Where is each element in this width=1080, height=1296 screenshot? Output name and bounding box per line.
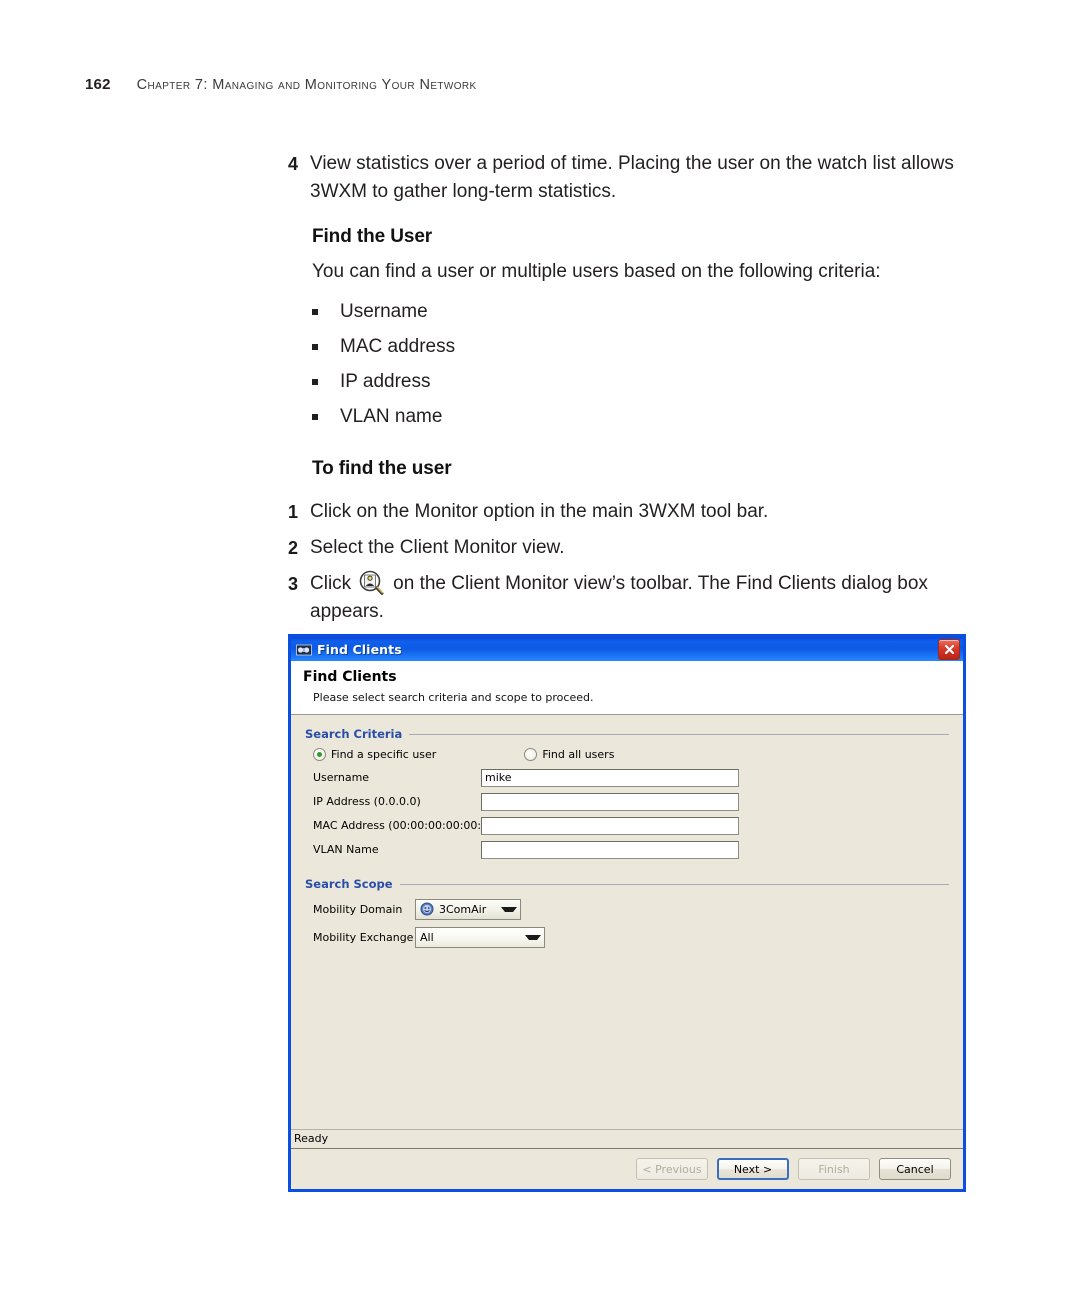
step-3-text-before: Click: [310, 573, 352, 594]
page-number: 162: [85, 76, 111, 93]
list-item-label: VLAN name: [340, 406, 443, 427]
step-4-number: 4: [288, 154, 299, 174]
step-3-number: 3: [288, 574, 299, 594]
ip-address-field-row: IP Address (0.0.0.0): [313, 792, 949, 811]
group-divider: [399, 883, 949, 885]
chapter-title: Chapter 7: Managing and Monitoring Your …: [136, 77, 477, 93]
bullet-square-icon: [312, 309, 318, 315]
search-criteria-radio-row: Find a specific user Find all users: [313, 748, 949, 761]
close-icon[interactable]: [938, 639, 960, 660]
step-3-text: Click on the Client Monitor view’s toolba…: [310, 570, 968, 626]
mac-address-field-row: MAC Address (00:00:00:00:00:00): [313, 816, 949, 835]
banner-title: Find Clients: [303, 669, 397, 685]
mobility-exchange-row: Mobility Exchange All: [313, 926, 949, 948]
list-item-label: MAC address: [340, 336, 456, 357]
list-item-label: Username: [340, 301, 428, 322]
criteria-bullet-list: Username MAC address IP address VLAN nam…: [312, 294, 968, 434]
ip-address-input[interactable]: [481, 792, 739, 811]
dialog-button-bar: < Previous Next > Finish Cancel: [291, 1149, 963, 1189]
status-bar: Ready: [291, 1129, 963, 1149]
radio-indicator-icon: [313, 748, 326, 761]
mobility-domain-icon: [420, 902, 434, 916]
list-item: Username: [312, 294, 968, 329]
search-criteria-group: Search Criteria Find a specific user Fin…: [305, 727, 949, 859]
mac-address-input[interactable]: [481, 816, 739, 835]
criteria-intro-paragraph: You can find a user or multiple users ba…: [312, 261, 881, 282]
next-button[interactable]: Next >: [717, 1158, 789, 1180]
page-header: 162 Chapter 7: Managing and Monitoring Y…: [85, 76, 477, 93]
binoculars-icon: [296, 642, 312, 656]
chevron-down-icon: [525, 934, 541, 940]
radio-find-all-users[interactable]: Find all users: [524, 748, 614, 761]
vlan-name-label: VLAN Name: [313, 843, 379, 856]
step-3: 3 Click on the Client Monitor view’s tool…: [288, 570, 968, 626]
chevron-down-icon: [501, 906, 517, 912]
group-divider: [409, 733, 949, 735]
list-item-label: IP address: [340, 371, 431, 392]
mobility-domain-value: 3ComAir: [439, 902, 487, 916]
mac-address-label: MAC Address (00:00:00:00:00:00): [313, 819, 500, 832]
dialog-banner: Find Clients Please select search criter…: [291, 661, 963, 715]
list-item: MAC address: [312, 329, 968, 364]
username-field-row: Username mike: [313, 768, 949, 787]
search-scope-label: Search Scope: [305, 877, 393, 891]
search-scope-group: Search Scope Mobility Domain 3ComAir Mob…: [305, 877, 949, 948]
dialog-body: Search Criteria Find a specific user Fin…: [291, 715, 963, 1129]
banner-subtitle: Please select search criteria and scope …: [313, 691, 594, 704]
step-1: 1 Click on the Monitor option in the mai…: [288, 498, 968, 526]
mobility-exchange-label: Mobility Exchange: [313, 930, 414, 944]
step-3-text-after: on the Client Monitor view’s toolbar. Th…: [310, 573, 928, 622]
step-4-text: View statistics over a period of time. P…: [310, 153, 954, 202]
username-input[interactable]: mike: [481, 768, 739, 787]
find-clients-dialog: Find Clients Find Clients Please select …: [288, 634, 966, 1192]
dialog-titlebar[interactable]: Find Clients: [291, 637, 963, 661]
cancel-button[interactable]: Cancel: [879, 1158, 951, 1180]
dialog-title: Find Clients: [317, 641, 402, 657]
username-label: Username: [313, 771, 370, 784]
vlan-name-field-row: VLAN Name: [313, 840, 949, 859]
finish-button[interactable]: Finish: [798, 1158, 870, 1180]
procedure-steps: 1 Click on the Monitor option in the mai…: [288, 498, 968, 626]
heading-to-find-the-user: To find the user: [312, 458, 452, 479]
search-criteria-label: Search Criteria: [305, 727, 403, 741]
step-2-number: 2: [288, 538, 299, 558]
step-1-number: 1: [288, 502, 299, 522]
radio-indicator-icon: [524, 748, 538, 761]
page-content: 4 View statistics over a period of time.…: [288, 150, 968, 634]
find-clients-magnifier-icon: [357, 570, 387, 596]
search-scope-group-header: Search Scope: [305, 877, 949, 891]
step-2: 2 Select the Client Monitor view.: [288, 534, 968, 562]
step-1-text: Click on the Monitor option in the main …: [310, 501, 769, 522]
previous-button[interactable]: < Previous: [636, 1158, 708, 1180]
list-item: VLAN name: [312, 399, 968, 434]
heading-find-the-user: Find the User: [312, 226, 433, 247]
step-2-text: Select the Client Monitor view.: [310, 537, 565, 558]
radio-find-a-specific-user[interactable]: Find a specific user: [313, 748, 436, 761]
vlan-name-input[interactable]: [481, 840, 739, 859]
radio-label: Find a specific user: [331, 748, 437, 761]
mobility-domain-select[interactable]: 3ComAir: [415, 898, 521, 920]
bullet-square-icon: [312, 344, 318, 350]
bullet-square-icon: [312, 414, 318, 420]
step-4: 4 View statistics over a period of time.…: [288, 150, 968, 206]
mobility-exchange-select[interactable]: All: [415, 926, 545, 948]
bullet-square-icon: [312, 379, 318, 385]
mobility-exchange-value: All: [420, 930, 434, 944]
search-criteria-group-header: Search Criteria: [305, 727, 949, 741]
mobility-domain-label: Mobility Domain: [313, 902, 403, 916]
ip-address-label: IP Address (0.0.0.0): [313, 795, 421, 808]
list-item: IP address: [312, 364, 968, 399]
mobility-domain-row: Mobility Domain 3ComAir: [313, 898, 949, 920]
radio-label: Find all users: [542, 748, 615, 761]
